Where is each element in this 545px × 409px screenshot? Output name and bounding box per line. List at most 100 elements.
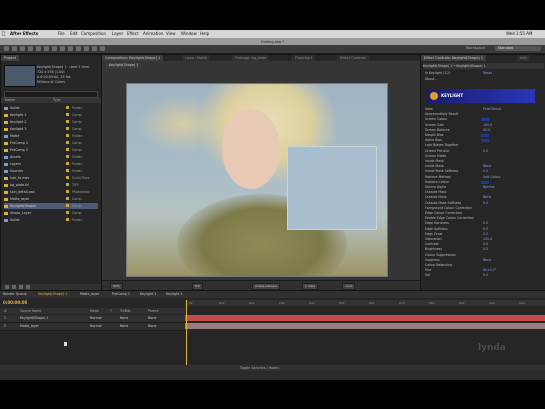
current-time[interactable]: 0:00:00:00 bbox=[3, 300, 27, 305]
list-item[interactable]: PreComp 1 Comp bbox=[4, 140, 98, 146]
camera-select[interactable]: Active Camera bbox=[252, 283, 281, 290]
color-swatch[interactable] bbox=[481, 118, 489, 122]
menu-view[interactable]: View bbox=[166, 30, 176, 38]
new-comp-icon[interactable] bbox=[19, 285, 23, 289]
label-color-swatch[interactable] bbox=[66, 211, 69, 214]
label-color-swatch[interactable] bbox=[66, 148, 69, 151]
layer-parent[interactable]: None bbox=[148, 315, 156, 322]
tab-timeline[interactable]: Matte_layer bbox=[80, 291, 99, 298]
selection-tool-icon[interactable] bbox=[4, 46, 9, 51]
list-item[interactable]: bg_plate.tif TIFF bbox=[4, 182, 98, 188]
list-item[interactable]: Shape_Layer Comp bbox=[4, 210, 98, 216]
column-type[interactable]: Type bbox=[53, 98, 61, 103]
label-color-swatch[interactable] bbox=[66, 176, 69, 179]
layer-parent[interactable]: None bbox=[148, 323, 156, 330]
pan-behind-tool-icon[interactable] bbox=[44, 46, 49, 51]
menu-edit[interactable]: Edit bbox=[70, 30, 78, 38]
list-item[interactable]: Matte_layer Comp bbox=[4, 196, 98, 202]
new-folder-icon[interactable] bbox=[12, 285, 16, 289]
color-swatch[interactable] bbox=[481, 139, 489, 143]
zoom-tool-icon[interactable] bbox=[20, 46, 25, 51]
list-item[interactable]: PreComp 2 Comp bbox=[4, 147, 98, 153]
layer-name[interactable]: Matte_layer bbox=[20, 323, 39, 330]
brush-tool-icon[interactable] bbox=[76, 46, 81, 51]
label-color-swatch[interactable] bbox=[66, 134, 69, 137]
label-color-swatch[interactable] bbox=[66, 190, 69, 193]
hand-tool-icon[interactable] bbox=[12, 46, 17, 51]
menu-animation[interactable]: Animation bbox=[143, 30, 163, 38]
composition-canvas[interactable] bbox=[126, 83, 388, 277]
layer-name[interactable]: Keylight(Shape) 1 bbox=[20, 315, 48, 322]
eraser-tool-icon[interactable] bbox=[92, 46, 97, 51]
layer-trkmat[interactable]: None bbox=[120, 323, 128, 330]
list-item[interactable]: Keylight 2 Comp bbox=[4, 119, 98, 125]
comp-breadcrumb[interactable]: Keylight(Shape) 1 bbox=[106, 63, 142, 68]
tab-timeline[interactable]: Keylight 1 bbox=[140, 291, 156, 298]
layer-row[interactable]: 2 Matte_layer Normal None None bbox=[0, 323, 185, 331]
exposure-field[interactable]: +0.0 bbox=[342, 283, 356, 290]
effect-property[interactable]: About... bbox=[425, 77, 543, 82]
toggle-switches-modes[interactable]: Toggle Switches / Modes bbox=[240, 365, 279, 371]
column-name[interactable]: Name bbox=[5, 98, 15, 103]
pen-tool-icon[interactable] bbox=[60, 46, 65, 51]
label-color-swatch[interactable] bbox=[66, 204, 69, 207]
label-color-swatch[interactable] bbox=[66, 183, 69, 186]
menu-composition[interactable]: Composition bbox=[81, 30, 106, 38]
tab-timeline[interactable]: PreComp 1 bbox=[112, 291, 130, 298]
app-menu[interactable]: After Effects bbox=[10, 30, 38, 38]
trash-icon[interactable] bbox=[26, 285, 30, 289]
label-color-swatch[interactable] bbox=[66, 155, 69, 158]
time-ruler[interactable]: 0s 01s 02s 03s 04s 05s 06s 07s 08s 09s 10s 11s bbox=[185, 300, 545, 306]
list-item[interactable]: Keylight 3 Comp bbox=[4, 126, 98, 132]
clone-tool-icon[interactable] bbox=[84, 46, 89, 51]
text-tool-icon[interactable] bbox=[68, 46, 73, 51]
menu-window[interactable]: Window bbox=[181, 30, 197, 38]
mask-tool-icon[interactable] bbox=[52, 46, 57, 51]
tab-effect-controls[interactable]: Effect Controls: Keylight(Shape) 1 bbox=[421, 55, 487, 61]
apple-icon[interactable]:  bbox=[2, 30, 5, 38]
label-color-swatch[interactable] bbox=[66, 141, 69, 144]
column-source-name[interactable]: Source Name bbox=[20, 308, 41, 314]
list-item[interactable]: Keylight 1 Comp bbox=[4, 112, 98, 118]
layer-duration-bar[interactable] bbox=[185, 315, 545, 321]
menu-layer[interactable]: Layer bbox=[112, 30, 123, 38]
list-item[interactable]: Solids Folder bbox=[4, 105, 98, 111]
layer-mode[interactable]: Normal bbox=[90, 315, 102, 322]
column-mode[interactable]: Mode bbox=[90, 308, 99, 314]
tab-project[interactable]: Project bbox=[1, 55, 19, 61]
shape-layer-box[interactable] bbox=[287, 146, 377, 230]
camera-tool-icon[interactable] bbox=[36, 46, 41, 51]
list-item[interactable]: Layers Folder bbox=[4, 161, 98, 167]
magnification-select[interactable]: 50% bbox=[110, 283, 123, 290]
effect-property[interactable]: Sat 0.0 bbox=[425, 273, 543, 278]
current-time-indicator[interactable] bbox=[186, 300, 187, 370]
label-color-swatch[interactable] bbox=[66, 127, 69, 130]
menu-effect[interactable]: Effect bbox=[127, 30, 139, 38]
list-item[interactable]: Solids Folder bbox=[4, 217, 98, 223]
menu-file[interactable]: File bbox=[58, 30, 65, 38]
label-color-swatch[interactable] bbox=[66, 120, 69, 123]
puppet-tool-icon[interactable] bbox=[100, 46, 105, 51]
interpret-footage-icon[interactable] bbox=[5, 285, 9, 289]
layer-row[interactable]: 1 Keylight(Shape) 1 Normal None None bbox=[0, 315, 185, 323]
view-layout-select[interactable]: 1 View bbox=[302, 283, 318, 290]
workspace-select[interactable]: Standard bbox=[495, 46, 541, 51]
label-color-swatch[interactable] bbox=[66, 197, 69, 200]
list-item[interactable]: Sources Folder bbox=[4, 168, 98, 174]
menu-help[interactable]: Help bbox=[200, 30, 209, 38]
label-color-swatch[interactable] bbox=[66, 113, 69, 116]
effect-property-value[interactable]: 0.0 bbox=[483, 273, 488, 278]
list-item[interactable]: Keylight(Shape) Comp bbox=[4, 203, 98, 209]
column-parent[interactable]: Parent bbox=[148, 308, 158, 314]
label-color-swatch[interactable] bbox=[66, 162, 69, 165]
effect-property-value[interactable]: Reset bbox=[483, 71, 492, 76]
tab-timeline[interactable]: Keylight 2 bbox=[166, 291, 182, 298]
label-color-swatch[interactable] bbox=[66, 169, 69, 172]
resolution-select[interactable]: Full bbox=[192, 283, 204, 290]
list-item[interactable]: Matte Folder bbox=[4, 133, 98, 139]
list-item[interactable]: Assets Folder bbox=[4, 154, 98, 160]
color-swatch[interactable] bbox=[481, 134, 489, 137]
column-trkmat[interactable]: TrkMat bbox=[120, 308, 131, 314]
list-item[interactable]: hair_fx.mov QuickTime bbox=[4, 175, 98, 181]
label-color-swatch[interactable] bbox=[66, 106, 69, 109]
